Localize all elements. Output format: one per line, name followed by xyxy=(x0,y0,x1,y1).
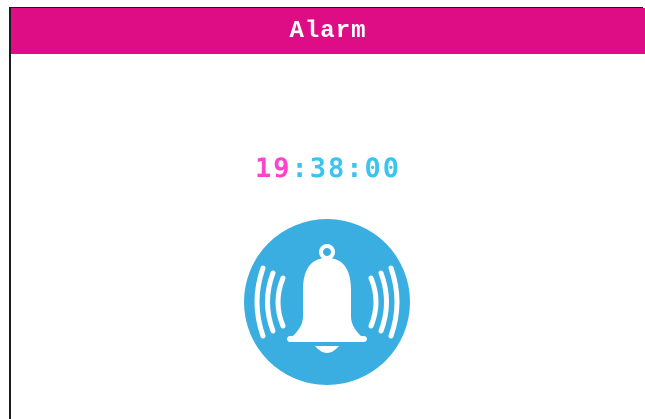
alarm-time-hours: 19 xyxy=(254,153,292,184)
alarm-time: 19:38:00 xyxy=(11,153,645,184)
ringing-bell-icon[interactable] xyxy=(243,218,411,386)
title-bar: Alarm xyxy=(11,8,645,54)
alarm-window: Alarm 19:38:00 xyxy=(9,7,645,419)
bell-rim xyxy=(287,336,367,342)
alarm-time-minutes-seconds: :38:00 xyxy=(291,153,402,184)
window-title: Alarm xyxy=(289,17,367,45)
